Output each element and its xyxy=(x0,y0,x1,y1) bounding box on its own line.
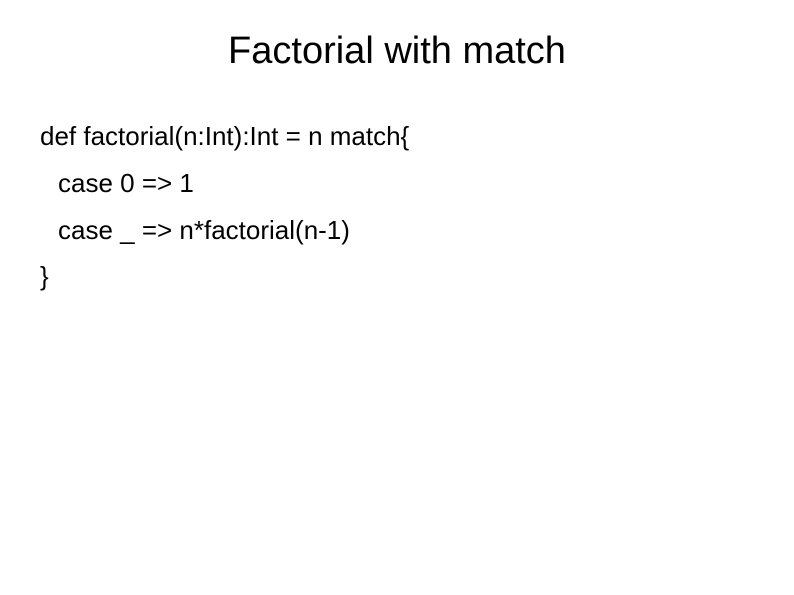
code-line-4: } xyxy=(40,253,754,300)
code-block: def factorial(n:Int):Int = n match{ case… xyxy=(40,113,754,300)
code-line-3: case _ => n*factorial(n-1) xyxy=(40,207,754,254)
code-line-2: case 0 => 1 xyxy=(40,160,754,207)
code-line-1: def factorial(n:Int):Int = n match{ xyxy=(40,113,754,160)
slide: Factorial with match def factorial(n:Int… xyxy=(0,0,794,595)
slide-title: Factorial with match xyxy=(40,30,754,73)
